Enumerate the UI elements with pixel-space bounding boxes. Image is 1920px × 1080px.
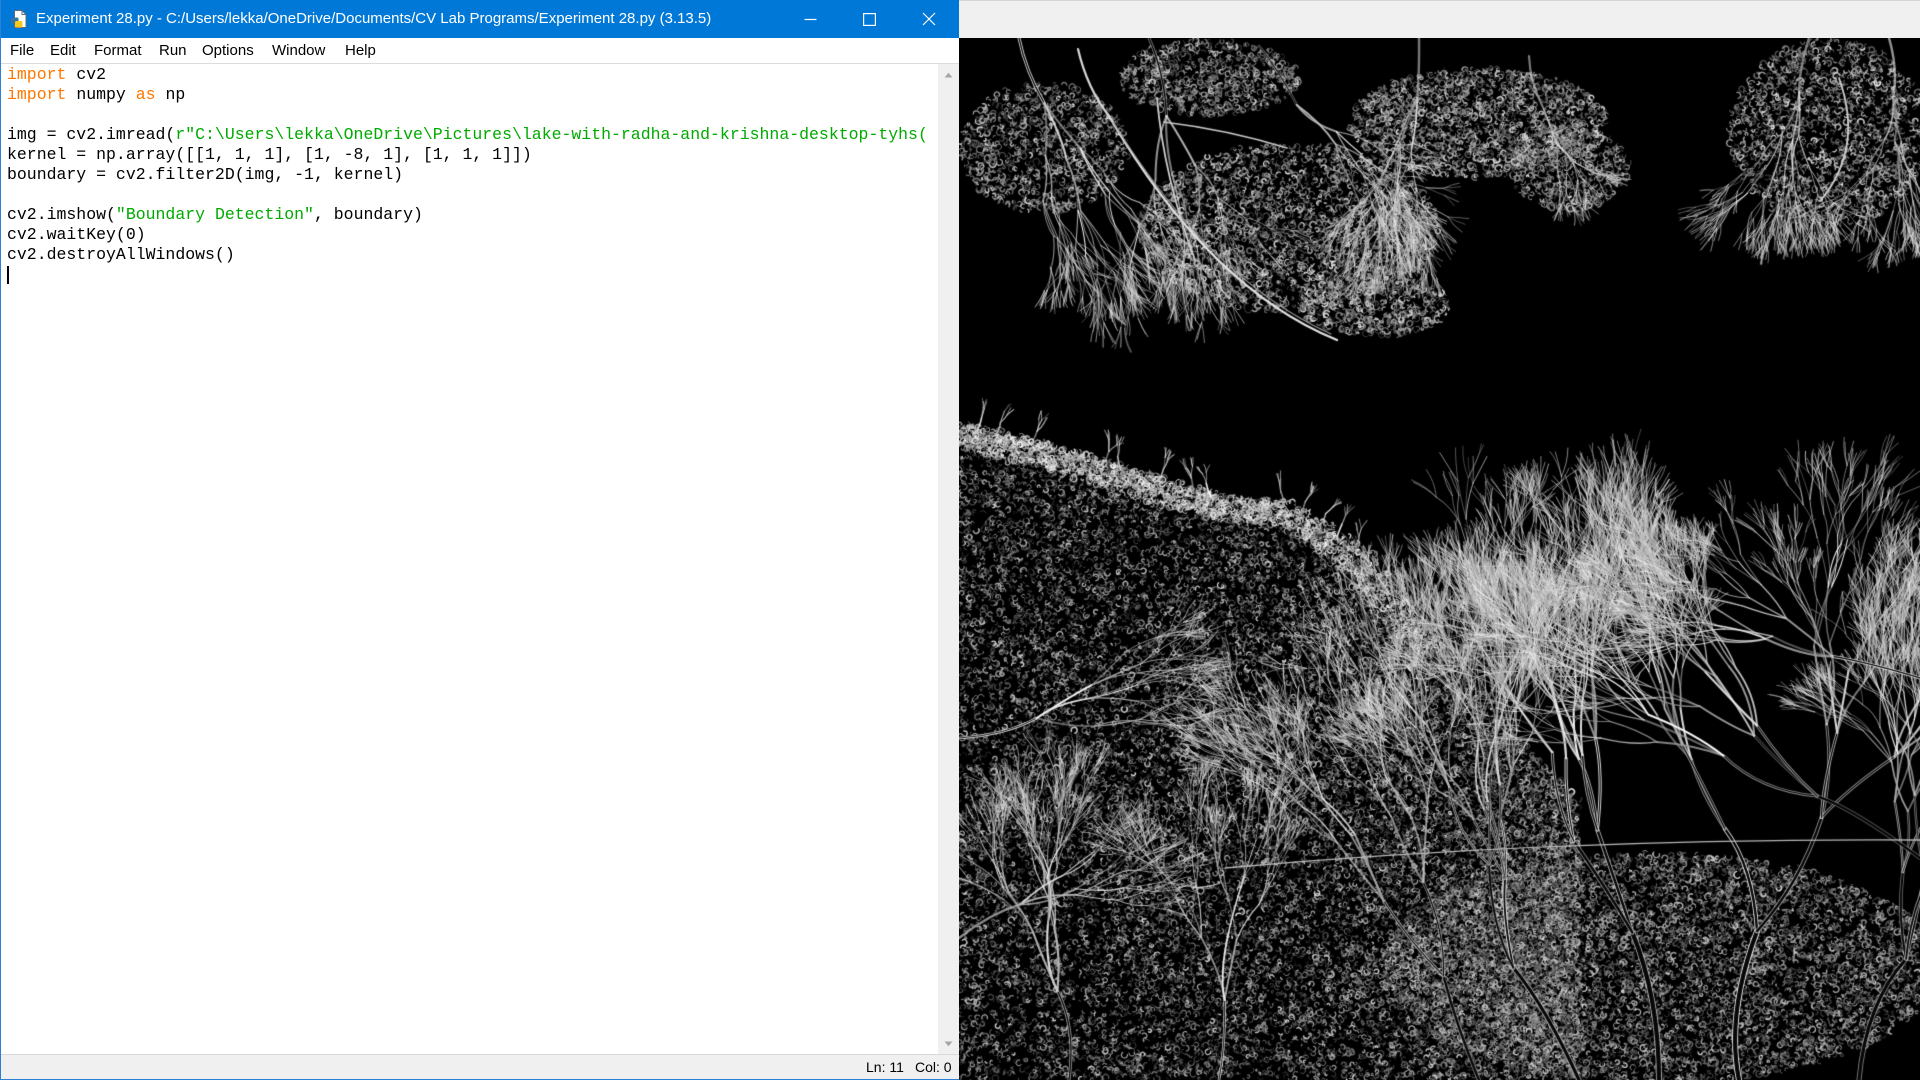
scroll-down-button[interactable] [938,1034,959,1052]
menu-bar: File Edit Format Run Options Window Help [1,38,959,64]
menu-format[interactable]: Format [94,38,142,63]
code-token: cv2.imshow( [7,205,116,224]
boundary-detection-image [959,38,1920,1080]
boundary-detection-window[interactable] [959,0,1920,1080]
code-line-current[interactable] [7,265,938,285]
window-title: Experiment 28.py - C:/Users/lekka/OneDri… [36,10,712,27]
status-bar: Ln: 11 Col: 0 [1,1054,959,1079]
idle-editor-window[interactable]: Experiment 28.py - C:/Users/lekka/OneDri… [0,0,959,1080]
code-text-area[interactable]: import cv2 import numpy as np img = cv2.… [1,64,938,285]
editor-title-bar[interactable]: Experiment 28.py - C:/Users/lekka/OneDri… [1,0,959,38]
close-icon [922,12,936,26]
code-keyword: as [135,85,156,104]
idle-file-icon [10,9,30,29]
menu-file[interactable]: File [10,38,34,63]
minimize-icon [804,13,817,26]
code-token: img = cv2.imread( [7,125,176,144]
code-line[interactable]: cv2.imshow("Boundary Detection", boundar… [7,205,938,225]
code-line[interactable]: img = cv2.imread(r"C:\Users\lekka\OneDri… [7,125,938,145]
status-column-number: Col: 0 [915,1059,952,1075]
menu-help[interactable]: Help [345,38,376,63]
minimize-button[interactable] [781,0,840,38]
code-line[interactable]: import numpy as np [7,85,938,105]
maximize-icon [863,12,876,26]
code-line[interactable]: kernel = np.array([[1, 1, 1], [1, -8, 1]… [7,145,938,165]
scroll-up-arrow-icon [944,65,953,83]
code-line[interactable]: import cv2 [7,65,938,85]
code-token: , boundary) [313,205,423,224]
code-token: cv2.destroyAllWindows() [7,245,235,264]
menu-run[interactable]: Run [159,38,187,63]
code-token: boundary = cv2.filter2D(img, -1, kernel) [7,165,404,184]
code-string: r"C:\Users\lekka\OneDrive\Pictures\lake-… [175,125,928,144]
vertical-scrollbar[interactable] [938,64,959,1054]
menu-window[interactable]: Window [272,38,325,63]
menu-edit[interactable]: Edit [50,38,76,63]
status-line-number: Ln: 11 [866,1059,904,1075]
code-line[interactable]: cv2.waitKey(0) [7,225,938,245]
menu-options[interactable]: Options [202,38,254,63]
code-line[interactable]: cv2.destroyAllWindows() [7,245,938,265]
code-editor[interactable]: import cv2 import numpy as np img = cv2.… [1,64,938,1054]
code-token: numpy [66,85,136,104]
code-line-empty[interactable] [7,185,938,205]
close-button[interactable] [899,0,959,38]
image-window-title-bar[interactable] [959,0,1920,38]
code-line[interactable]: boundary = cv2.filter2D(img, -1, kernel) [7,165,938,185]
scroll-down-arrow-icon [944,1034,953,1052]
maximize-button[interactable] [840,0,899,38]
code-line-empty[interactable] [7,105,938,125]
text-cursor [7,265,9,284]
code-string: "Boundary Detection" [115,205,314,224]
scroll-up-button[interactable] [938,65,959,83]
code-token: cv2 [66,65,107,84]
code-keyword: import [7,65,67,84]
code-token: np [155,85,186,104]
code-keyword: import [7,85,67,104]
code-token: kernel = np.array([[1, 1, 1], [1, -8, 1]… [7,145,532,164]
code-token: cv2.waitKey(0) [7,225,146,244]
